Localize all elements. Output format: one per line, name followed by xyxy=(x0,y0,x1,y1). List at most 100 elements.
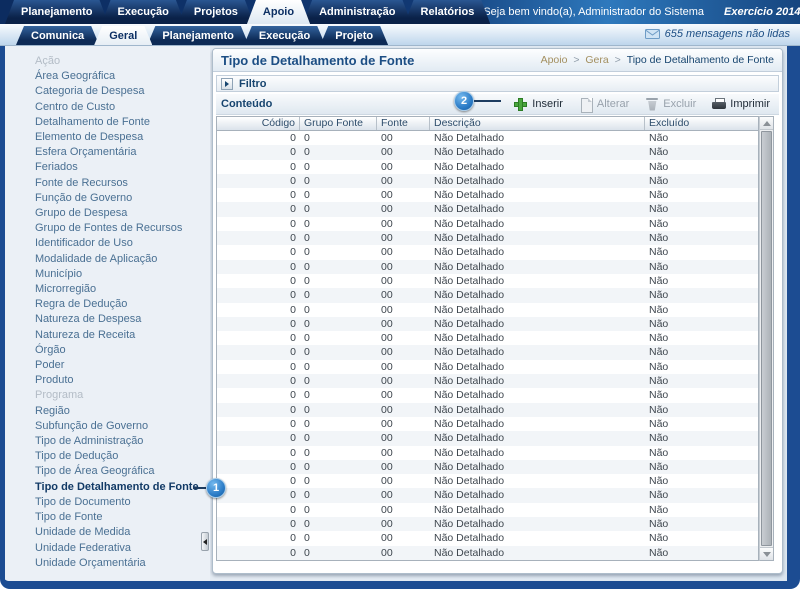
sidebar-item-funcao-de-governo[interactable]: Função de Governo xyxy=(5,191,210,206)
sidebar-item-esfera-orcamentaria[interactable]: Esfera Orçamentária xyxy=(5,145,210,160)
cell-grupo-fonte: 0 xyxy=(300,388,377,402)
table-row[interactable]: 0000Não DetalhadoNão xyxy=(217,417,758,431)
grid-table: CódigoGrupo FonteFonteDescriçãoExcluído … xyxy=(216,116,759,561)
cell-fonte: 00 xyxy=(377,145,430,159)
sidebar-item-modalidade-de-aplicacao[interactable]: Modalidade de Aplicação xyxy=(5,252,210,267)
sidebar-item-feriados[interactable]: Feriados xyxy=(5,160,210,175)
sidebar-item-categoria-de-despesa[interactable]: Categoria de Despesa xyxy=(5,84,210,99)
sidebar-item-detalhamento-de-fonte[interactable]: Detalhamento de Fonte xyxy=(5,115,210,130)
sub-tab-planejamento[interactable]: Planejamento xyxy=(147,26,249,45)
table-row[interactable]: 0000Não DetalhadoNão xyxy=(217,260,758,274)
top-tab-apoio[interactable]: Apoio xyxy=(247,0,310,24)
top-tab-projetos[interactable]: Projetos xyxy=(178,0,254,24)
sub-tab-execucao[interactable]: Execução xyxy=(244,26,325,45)
scroll-up-button[interactable] xyxy=(760,117,773,130)
unread-messages[interactable]: 655 mensagens não lidas xyxy=(645,28,790,40)
top-tab-planejamento[interactable]: Planejamento xyxy=(5,0,109,24)
toolbar-inserir[interactable]: Inserir xyxy=(514,98,563,111)
sidebar-item-natureza-de-despesa[interactable]: Natureza de Despesa xyxy=(5,312,210,327)
sidebar-item-regra-de-deducao[interactable]: Regra de Dedução xyxy=(5,297,210,312)
sidebar-item-area-geografica[interactable]: Área Geográfica xyxy=(5,69,210,84)
sidebar-item-poder[interactable]: Poder xyxy=(5,358,210,373)
sidebar-item-microrregiao[interactable]: Microrregião xyxy=(5,282,210,297)
table-row[interactable]: 0000Não DetalhadoNão xyxy=(217,174,758,188)
scrollbar-thumb[interactable] xyxy=(761,131,772,546)
scroll-down-button[interactable] xyxy=(760,547,773,560)
sidebar-item-orgao[interactable]: Órgão xyxy=(5,343,210,358)
sidebar-item-centro-de-custo[interactable]: Centro de Custo xyxy=(5,100,210,115)
column-header-excluido[interactable]: Excluído xyxy=(645,117,758,130)
table-row[interactable]: 0000Não DetalhadoNão xyxy=(217,345,758,359)
sidebar-item-subfuncao-de-governo[interactable]: Subfunção de Governo xyxy=(5,419,210,434)
sidebar-item-unidade-orcamentaria[interactable]: Unidade Orçamentária xyxy=(5,556,210,571)
sidebar-item-tipo-de-fonte[interactable]: Tipo de Fonte xyxy=(5,510,210,525)
table-row[interactable]: 0000Não DetalhadoNão xyxy=(217,317,758,331)
table-row[interactable]: 0000Não DetalhadoNão xyxy=(217,403,758,417)
sub-tab-geral[interactable]: Geral xyxy=(94,26,152,45)
cell-descricao: Não Detalhado xyxy=(430,288,645,302)
cell-excluido: Não xyxy=(645,360,758,374)
cell-excluido: Não xyxy=(645,503,758,517)
table-row[interactable]: 0000Não DetalhadoNão xyxy=(217,546,758,560)
column-header-fonte[interactable]: Fonte xyxy=(377,117,430,130)
sub-tab-projeto[interactable]: Projeto xyxy=(320,26,388,45)
sidebar-item-unidade-de-medida[interactable]: Unidade de Medida xyxy=(5,525,210,540)
table-row[interactable]: 0000Não DetalhadoNão xyxy=(217,217,758,231)
table-row[interactable]: 0000Não DetalhadoNão xyxy=(217,331,758,345)
sidebar-item-natureza-de-receita[interactable]: Natureza de Receita xyxy=(5,328,210,343)
sidebar-item-unidade-federativa[interactable]: Unidade Federativa xyxy=(5,541,210,556)
cell-codigo: 0 xyxy=(217,145,300,159)
table-row[interactable]: 0000Não DetalhadoNão xyxy=(217,231,758,245)
table-row[interactable]: 0000Não DetalhadoNão xyxy=(217,460,758,474)
sidebar-item-fonte-de-recursos[interactable]: Fonte de Recursos xyxy=(5,176,210,191)
sub-tab-comunica[interactable]: Comunica xyxy=(16,26,99,45)
table-row[interactable]: 0000Não DetalhadoNão xyxy=(217,474,758,488)
cell-grupo-fonte: 0 xyxy=(300,174,377,188)
table-row[interactable]: 0000Não DetalhadoNão xyxy=(217,303,758,317)
table-row[interactable]: 0000Não DetalhadoNão xyxy=(217,202,758,216)
sidebar-item-tipo-de-area-geografica[interactable]: Tipo de Área Geográfica xyxy=(5,464,210,479)
content-label: Conteúdo xyxy=(221,98,272,110)
top-tab-execucao[interactable]: Execução xyxy=(102,0,185,24)
table-row[interactable]: 0000Não DetalhadoNão xyxy=(217,374,758,388)
table-row[interactable]: 0000Não DetalhadoNão xyxy=(217,274,758,288)
table-row[interactable]: 0000Não DetalhadoNão xyxy=(217,488,758,502)
sidebar-item-identificador-de-uso[interactable]: Identificador de Uso xyxy=(5,236,210,251)
sidebar-collapse-handle[interactable] xyxy=(201,532,209,551)
filter-section-header[interactable]: Filtro xyxy=(216,75,779,92)
toolbar-imprimir[interactable]: Imprimir xyxy=(712,98,770,111)
table-row[interactable]: 0000Não DetalhadoNão xyxy=(217,245,758,259)
sidebar-item-elemento-de-despesa[interactable]: Elemento de Despesa xyxy=(5,130,210,145)
sidebar-item-regiao[interactable]: Região xyxy=(5,404,210,419)
table-row[interactable]: 0000Não DetalhadoNão xyxy=(217,160,758,174)
column-header-grupo-fonte[interactable]: Grupo Fonte xyxy=(300,117,377,130)
table-row[interactable]: 0000Não DetalhadoNão xyxy=(217,388,758,402)
breadcrumb-segment-apoio[interactable]: Apoio xyxy=(541,54,568,66)
table-row[interactable]: 0000Não DetalhadoNão xyxy=(217,446,758,460)
column-header-descricao[interactable]: Descrição xyxy=(430,117,645,130)
table-row[interactable]: 0000Não DetalhadoNão xyxy=(217,288,758,302)
toolbar-alterar-label: Alterar xyxy=(597,98,629,110)
table-row[interactable]: 0000Não DetalhadoNão xyxy=(217,431,758,445)
sidebar-item-municipio[interactable]: Município xyxy=(5,267,210,282)
sidebar-item-grupo-de-despesa[interactable]: Grupo de Despesa xyxy=(5,206,210,221)
table-row[interactable]: 0000Não DetalhadoNão xyxy=(217,517,758,531)
sidebar-item-produto[interactable]: Produto xyxy=(5,373,210,388)
sidebar-item-grupo-de-fontes-de-recursos[interactable]: Grupo de Fontes de Recursos xyxy=(5,221,210,236)
table-row[interactable]: 0000Não DetalhadoNão xyxy=(217,531,758,545)
sidebar-item-tipo-de-detalhamento-de-fonte[interactable]: Tipo de Detalhamento de Fonte xyxy=(5,480,210,495)
table-row[interactable]: 0000Não DetalhadoNão xyxy=(217,503,758,517)
cell-grupo-fonte: 0 xyxy=(300,303,377,317)
top-tab-relatorios[interactable]: Relatórios xyxy=(405,0,491,24)
chevron-right-icon[interactable] xyxy=(221,78,233,90)
table-row[interactable]: 0000Não DetalhadoNão xyxy=(217,145,758,159)
table-row[interactable]: 0000Não DetalhadoNão xyxy=(217,131,758,145)
table-row[interactable]: 0000Não DetalhadoNão xyxy=(217,188,758,202)
column-header-codigo[interactable]: Código xyxy=(217,117,300,130)
sidebar-item-tipo-de-documento[interactable]: Tipo de Documento xyxy=(5,495,210,510)
sidebar-item-tipo-de-deducao[interactable]: Tipo de Dedução xyxy=(5,449,210,464)
table-row[interactable]: 0000Não DetalhadoNão xyxy=(217,360,758,374)
top-tab-administracao[interactable]: Administração xyxy=(303,0,411,24)
sidebar-item-tipo-de-administracao[interactable]: Tipo de Administração xyxy=(5,434,210,449)
breadcrumb-segment-gera[interactable]: Gera xyxy=(585,54,608,66)
